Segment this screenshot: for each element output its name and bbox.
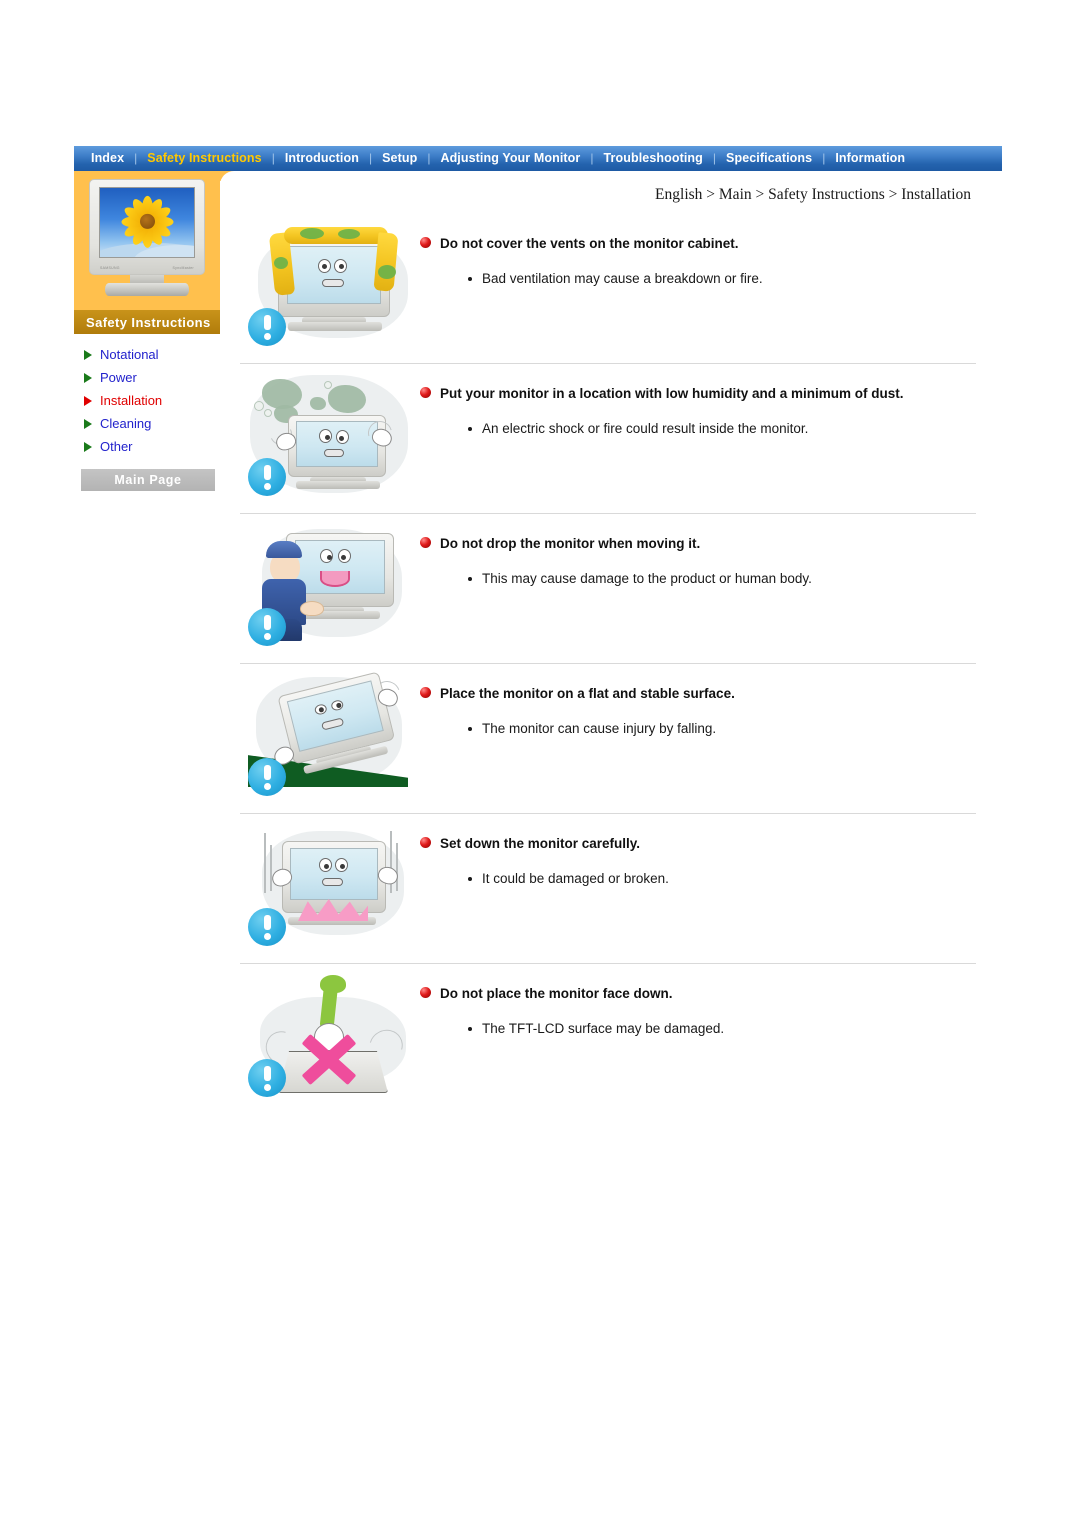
content-area: Do not cover the vents on the monitor ca…: [240, 215, 976, 1117]
illustration-monitor-tilting-on-slope: [240, 671, 420, 806]
illustration-monitor-face-down-with-x-mark: [240, 971, 420, 1111]
bullet-icon: [468, 427, 472, 431]
section-body: Bad ventilation may cause a breakdown or…: [420, 270, 976, 288]
section-heading-text: Put your monitor in a location with low …: [440, 386, 904, 401]
illustration-person-carrying-monitor: [240, 521, 420, 656]
warning-badge-icon: [248, 758, 286, 796]
section-heading-text: Do not drop the monitor when moving it.: [440, 536, 701, 551]
arrow-right-icon: [84, 418, 92, 429]
arrow-right-icon: [84, 349, 92, 360]
sidebar-item-notational[interactable]: Notational: [74, 343, 220, 366]
section-heading: Do not drop the monitor when moving it.: [420, 535, 976, 552]
red-bullet-icon: [420, 837, 431, 848]
section-heading: Put your monitor in a location with low …: [420, 385, 976, 402]
red-bullet-icon: [420, 687, 431, 698]
safety-section: Place the monitor on a flat and stable s…: [240, 665, 976, 815]
section-body-text: An electric shock or fire could result i…: [482, 421, 809, 436]
warning-badge-icon: [248, 908, 286, 946]
sidebar-item-other[interactable]: Other: [74, 435, 220, 458]
sidebar: SAMSUNG SyncMaster Safety Instructions N…: [74, 171, 220, 491]
section-body: It could be damaged or broken.: [420, 870, 976, 888]
nav-item-information[interactable]: Information: [826, 146, 914, 171]
nav-item-introduction[interactable]: Introduction: [276, 146, 368, 171]
main-navigation[interactable]: Index | Safety Instructions | Introducti…: [74, 146, 1002, 171]
main-page-button[interactable]: Main Page: [81, 469, 215, 491]
bullet-icon: [468, 277, 472, 281]
section-heading: Do not place the monitor face down.: [420, 985, 976, 1002]
nav-item-index[interactable]: Index: [82, 146, 133, 171]
safety-section: Put your monitor in a location with low …: [240, 365, 976, 515]
safety-section: Do not place the monitor face down. The …: [240, 965, 976, 1117]
safety-section: Do not cover the vents on the monitor ca…: [240, 215, 976, 365]
sidebar-item-installation[interactable]: Installation: [74, 389, 220, 412]
section-body-text: The monitor can cause injury by falling.: [482, 721, 717, 736]
red-bullet-icon: [420, 237, 431, 248]
red-bullet-icon: [420, 537, 431, 548]
section-heading-text: Place the monitor on a flat and stable s…: [440, 686, 735, 701]
bullet-icon: [468, 877, 472, 881]
section-heading: Do not cover the vents on the monitor ca…: [420, 235, 976, 252]
sidebar-banner: SAMSUNG SyncMaster: [74, 171, 220, 310]
bullet-icon: [468, 1027, 472, 1031]
section-body-text: This may cause damage to the product or …: [482, 571, 812, 586]
illustration-monitor-dropped-with-impact: [240, 821, 420, 956]
breadcrumb: English > Main > Safety Instructions > I…: [655, 186, 971, 203]
warning-badge-icon: [248, 308, 286, 346]
illustration-monitor-surrounded-by-dust-clouds: [240, 371, 420, 506]
safety-section: Do not drop the monitor when moving it. …: [240, 515, 976, 665]
section-body: This may cause damage to the product or …: [420, 570, 976, 588]
sidebar-item-label: Cleaning: [100, 416, 152, 431]
sidebar-item-label: Notational: [100, 347, 159, 362]
red-bullet-icon: [420, 987, 431, 998]
arrow-right-icon: [84, 395, 92, 406]
section-heading-text: Set down the monitor carefully.: [440, 836, 641, 851]
sidebar-nav-list: Notational Power Installation Cleaning O…: [74, 334, 220, 458]
monitor-illustration-icon: SAMSUNG SyncMaster: [89, 179, 205, 297]
warning-badge-icon: [248, 458, 286, 496]
bullet-icon: [468, 577, 472, 581]
header-band-cutout: [220, 171, 1010, 185]
sidebar-item-label: Installation: [100, 393, 163, 408]
safety-section: Set down the monitor carefully. It could…: [240, 815, 976, 965]
warning-badge-icon: [248, 1059, 286, 1097]
red-bullet-icon: [420, 387, 431, 398]
illustration-monitor-covered-with-cloth: [240, 221, 420, 356]
section-heading-text: Do not place the monitor face down.: [440, 986, 673, 1001]
nav-item-setup[interactable]: Setup: [373, 146, 426, 171]
section-body-text: The TFT-LCD surface may be damaged.: [482, 1021, 725, 1036]
nav-item-safety-instructions[interactable]: Safety Instructions: [138, 146, 270, 171]
section-body: An electric shock or fire could result i…: [420, 420, 976, 438]
sidebar-item-label: Power: [100, 370, 137, 385]
page-root: Index | Safety Instructions | Introducti…: [0, 0, 1080, 1528]
bullet-icon: [468, 727, 472, 731]
nav-item-specifications[interactable]: Specifications: [717, 146, 821, 171]
sunflower-icon: [120, 194, 174, 248]
section-body-text: Bad ventilation may cause a breakdown or…: [482, 271, 763, 286]
arrow-right-icon: [84, 372, 92, 383]
sidebar-item-label: Other: [100, 439, 133, 454]
nav-item-adjusting-your-monitor[interactable]: Adjusting Your Monitor: [431, 146, 589, 171]
sidebar-item-cleaning[interactable]: Cleaning: [74, 412, 220, 435]
nav-item-troubleshooting[interactable]: Troubleshooting: [594, 146, 711, 171]
section-body: The monitor can cause injury by falling.: [420, 720, 976, 738]
section-heading: Place the monitor on a flat and stable s…: [420, 685, 976, 702]
arrow-right-icon: [84, 441, 92, 452]
section-body-text: It could be damaged or broken.: [482, 871, 669, 886]
section-heading-text: Do not cover the vents on the monitor ca…: [440, 236, 739, 251]
warning-badge-icon: [248, 608, 286, 646]
sidebar-title: Safety Instructions: [74, 310, 220, 334]
section-heading: Set down the monitor carefully.: [420, 835, 976, 852]
sidebar-item-power[interactable]: Power: [74, 366, 220, 389]
section-body: The TFT-LCD surface may be damaged.: [420, 1020, 976, 1038]
